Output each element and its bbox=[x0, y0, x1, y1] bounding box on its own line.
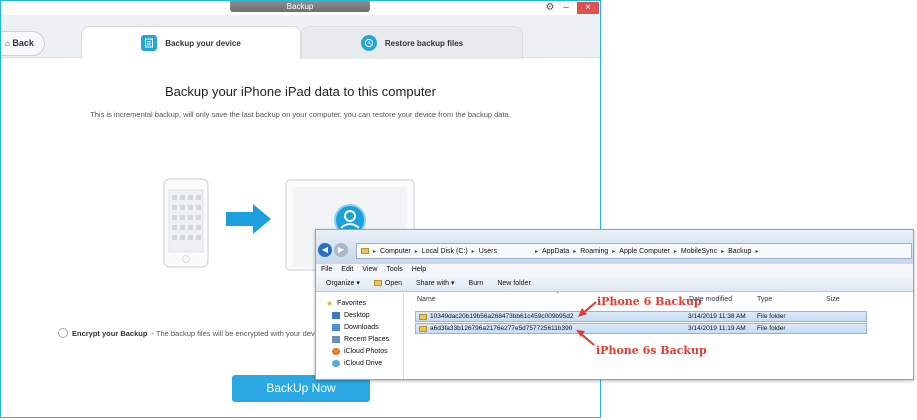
sidebar-item-label: Favorites bbox=[337, 300, 366, 307]
recent-places-icon bbox=[332, 336, 340, 343]
icloud-photos-icon bbox=[332, 348, 340, 355]
title-bar: Backup ⚙ – × bbox=[1, 1, 600, 15]
desktop-icon bbox=[332, 312, 340, 319]
chevron-right-icon: ▸ bbox=[673, 248, 677, 255]
breadcrumb-item[interactable]: Local Disk (C:) bbox=[422, 248, 468, 255]
table-row[interactable]: 10349dac20b19b56a268473bb61c459c009b95d2… bbox=[415, 311, 867, 322]
chevron-right-icon: ▸ bbox=[414, 248, 418, 255]
sidebar-item-icloud-drive[interactable]: iCloud Drive bbox=[332, 360, 382, 367]
folder-icon bbox=[361, 248, 369, 254]
column-header-name[interactable]: Name bbox=[417, 296, 436, 303]
open-folder-icon bbox=[373, 280, 382, 286]
back-arrow-icon[interactable]: ◀ bbox=[318, 243, 332, 257]
menu-file[interactable]: File bbox=[321, 264, 332, 275]
chevron-right-icon: ▸ bbox=[612, 248, 616, 255]
document-icon bbox=[141, 35, 158, 51]
share-with-button[interactable]: Share with ▾ bbox=[416, 279, 455, 287]
breadcrumb-item[interactable]: Computer bbox=[380, 248, 411, 255]
chevron-right-icon: ▸ bbox=[534, 248, 538, 255]
screenshot-stage: Backup ⚙ – × ⌂ Back Backup your device R… bbox=[0, 0, 917, 420]
encrypt-checkbox[interactable] bbox=[58, 328, 68, 338]
tab-label: Backup your device bbox=[165, 38, 241, 48]
chevron-right-icon: ▸ bbox=[755, 248, 759, 255]
downloads-icon bbox=[332, 324, 340, 331]
star-icon: ★ bbox=[326, 299, 334, 308]
window-title: Backup bbox=[230, 1, 370, 12]
sidebar-item-label: Recent Places bbox=[344, 336, 390, 343]
row-type: File folder bbox=[757, 325, 786, 332]
phone-icon bbox=[163, 178, 209, 268]
folder-icon bbox=[419, 326, 427, 332]
row-type: File folder bbox=[757, 313, 786, 320]
breadcrumb-item[interactable]: Apple Computer bbox=[619, 248, 670, 255]
new-folder-button[interactable]: New folder bbox=[497, 280, 530, 287]
breadcrumb-item[interactable]: MobileSync bbox=[681, 248, 717, 255]
forward-arrow-icon[interactable]: ▶ bbox=[334, 243, 348, 257]
open-label: Open bbox=[384, 279, 402, 287]
sidebar-item-downloads[interactable]: Downloads bbox=[332, 324, 379, 331]
annotation-arrow-down-icon bbox=[576, 330, 595, 346]
sidebar-item-favorites[interactable]: ★ Favorites bbox=[326, 299, 366, 308]
sidebar-item-label: iCloud Photos bbox=[344, 348, 388, 355]
table-row[interactable]: a6d3fa33b126796a2176e277e5d757725611b390… bbox=[415, 323, 867, 334]
menu-help[interactable]: Help bbox=[412, 264, 426, 275]
close-button[interactable]: × bbox=[577, 2, 599, 14]
encrypt-option[interactable]: Encrypt your Backup - The backup files w… bbox=[58, 328, 338, 338]
column-header-type[interactable]: Type bbox=[757, 296, 772, 303]
gear-icon[interactable]: ⚙ bbox=[543, 2, 557, 14]
minimize-button[interactable]: – bbox=[559, 2, 573, 14]
restore-clock-icon bbox=[360, 35, 377, 51]
back-label: Back bbox=[12, 38, 34, 48]
page-subtitle: This is incremental backup, will only sa… bbox=[90, 110, 511, 119]
navigation-pane: ★ Favorites Desktop Downloads Recent Pla… bbox=[316, 293, 404, 379]
breadcrumb-item[interactable]: AppData bbox=[542, 248, 569, 255]
encrypt-label: Encrypt your Backup bbox=[72, 328, 148, 338]
row-date: 3/14/2019 11:19 AM bbox=[688, 325, 746, 332]
breadcrumb-item[interactable]: Users bbox=[479, 248, 497, 255]
menu-view[interactable]: View bbox=[362, 264, 377, 275]
tab-strip: ⌂ Back Backup your device Restore backup… bbox=[1, 15, 600, 59]
cloud-icon bbox=[332, 360, 340, 367]
chevron-right-icon: ▸ bbox=[471, 248, 475, 255]
chevron-right-icon: ▸ bbox=[573, 248, 577, 255]
explorer-toolbar: Organize ▾ Open Share with ▾ Burn New fo… bbox=[316, 275, 913, 292]
folder-icon bbox=[419, 314, 427, 320]
burn-button[interactable]: Burn bbox=[469, 280, 484, 287]
column-header-size[interactable]: Size bbox=[826, 296, 840, 303]
row-name: a6d3fa33b126796a2176e277e5d757725611b390 bbox=[430, 325, 573, 332]
arrow-right-icon bbox=[226, 204, 271, 234]
sidebar-item-label: Downloads bbox=[344, 324, 379, 331]
open-button[interactable]: Open bbox=[373, 279, 402, 287]
chevron-right-icon: ▸ bbox=[373, 248, 377, 255]
encrypt-description: - The backup files will be encrypted wit… bbox=[151, 328, 339, 338]
breadcrumb-item[interactable]: Backup bbox=[728, 248, 751, 255]
sidebar-item-desktop[interactable]: Desktop bbox=[332, 312, 370, 319]
tab-backup-your-device[interactable]: Backup your device bbox=[81, 26, 301, 59]
row-date: 3/14/2019 11:38 AM bbox=[688, 313, 746, 320]
organize-button[interactable]: Organize ▾ bbox=[326, 279, 360, 287]
sidebar-item-label: iCloud Drive bbox=[344, 360, 383, 367]
breadcrumb-item[interactable]: Roaming bbox=[580, 248, 608, 255]
row-name: 10349dac20b19b56a268473bb61c459c009b95d2 bbox=[430, 313, 574, 320]
breadcrumb[interactable]: ▸ Computer ▸ Local Disk (C:) ▸ Users ▸ A… bbox=[356, 243, 912, 259]
sidebar-item-label: Desktop bbox=[344, 312, 370, 319]
annotation-iphone-6s-backup: iPhone 6s Backup bbox=[596, 344, 707, 357]
sidebar-item-icloud-photos[interactable]: iCloud Photos bbox=[332, 348, 388, 355]
annotation-arrow-up-icon bbox=[578, 301, 597, 317]
address-bar: ◀ ▶ ▸ Computer ▸ Local Disk (C:) ▸ Users… bbox=[316, 230, 913, 264]
menu-edit[interactable]: Edit bbox=[341, 264, 353, 275]
sidebar-item-recent-places[interactable]: Recent Places bbox=[332, 336, 389, 343]
back-button[interactable]: ⌂ Back bbox=[1, 31, 45, 56]
annotation-iphone-6-backup: iPhone 6 Backup bbox=[597, 295, 702, 308]
tab-restore-backup-files[interactable]: Restore backup files bbox=[301, 26, 523, 59]
tab-label: Restore backup files bbox=[384, 38, 464, 48]
home-icon: ⌂ bbox=[5, 39, 10, 48]
page-title: Backup your iPhone iPad data to this com… bbox=[165, 84, 436, 99]
menu-tools[interactable]: Tools bbox=[386, 264, 402, 275]
menu-bar: File Edit View Tools Help bbox=[316, 264, 913, 275]
chevron-right-icon: ▸ bbox=[721, 248, 725, 255]
